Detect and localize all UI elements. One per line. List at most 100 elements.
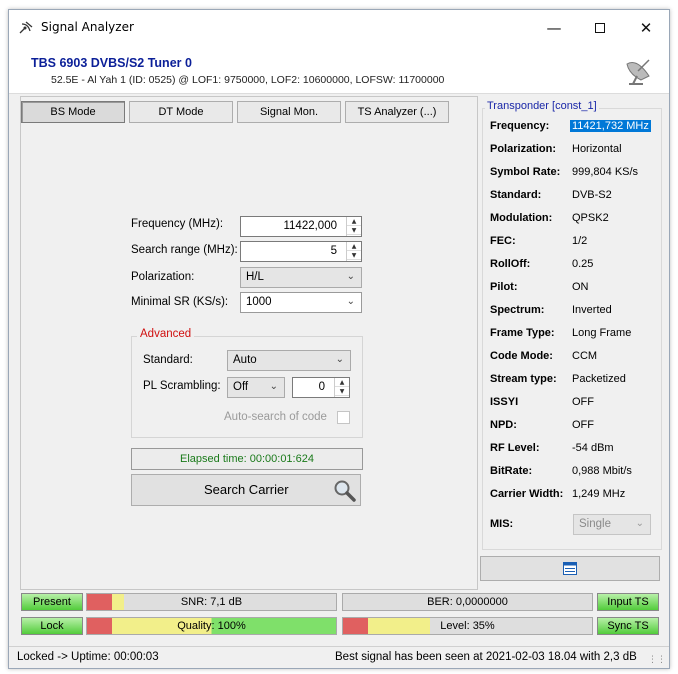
transponder-key: RF Level:	[490, 442, 540, 454]
transponder-key: Frame Type:	[490, 327, 555, 339]
list-icon	[563, 562, 577, 575]
transponder-key: Polarization:	[490, 143, 557, 155]
title-bar: Signal Analyzer — ✕	[9, 10, 669, 46]
transponder-key: Code Mode:	[490, 350, 553, 362]
transponder-key: ISSYI	[490, 396, 519, 408]
level-bar: Level: 35%	[342, 617, 593, 635]
transponder-key: Frequency:	[490, 120, 550, 132]
chevron-down-icon: ⌄	[346, 271, 355, 282]
status-bar: Locked -> Uptime: 00:00:03 Best signal h…	[9, 646, 669, 668]
input-ts-indicator: Input TS	[597, 593, 659, 611]
satellite-info: 52.5E - Al Yah 1 (ID: 0525) @ LOF1: 9750…	[51, 74, 445, 86]
pl-code-spinner[interactable]: 0 ▲ ▼	[292, 377, 350, 398]
spinner-arrows[interactable]: ▲ ▼	[346, 242, 361, 261]
spinner-arrows[interactable]: ▲ ▼	[346, 217, 361, 236]
app-icon	[19, 21, 33, 34]
lock-indicator: Lock	[21, 617, 83, 635]
standard-value: Auto	[233, 354, 257, 366]
transponder-value: Horizontal	[572, 143, 622, 155]
minimize-icon[interactable]: —	[531, 10, 577, 46]
transponder-key: BitRate:	[490, 465, 533, 477]
maximize-icon[interactable]	[577, 10, 623, 46]
transponder-key: Modulation:	[490, 212, 553, 224]
search-carrier-label: Search Carrier	[204, 482, 289, 497]
mis-value: Single	[579, 518, 611, 530]
transponder-value: 1,249 MHz	[572, 488, 626, 500]
transponder-key: Stream type:	[490, 373, 557, 385]
up-arrow-icon[interactable]: ▲	[347, 242, 361, 251]
advanced-title: Advanced	[137, 328, 195, 340]
standard-label: Standard:	[143, 354, 193, 366]
level-label: Level: 35%	[440, 620, 495, 632]
pl-scrambling-label: PL Scrambling:	[143, 380, 221, 392]
best-signal-status: Best signal has been seen at 2021-02-03 …	[335, 651, 637, 663]
min-sr-value: 1000	[246, 296, 272, 308]
up-arrow-icon[interactable]: ▲	[347, 217, 361, 226]
pl-scrambling-value: Off	[233, 381, 249, 393]
pl-code-value: 0	[318, 381, 325, 393]
min-sr-label: Minimal SR (KS/s):	[131, 296, 229, 308]
up-arrow-icon[interactable]: ▲	[335, 378, 349, 387]
down-arrow-icon[interactable]: ▼	[347, 251, 361, 260]
transponder-value: CCM	[572, 350, 598, 362]
standard-select[interactable]: Auto ⌄	[227, 350, 351, 371]
polarization-select[interactable]: H/L ⌄	[240, 267, 362, 288]
transponder-title: Transponder [const_1]	[485, 100, 599, 112]
transponder-value: 1/2	[572, 235, 588, 247]
magnifier-icon	[334, 480, 356, 502]
device-name: TBS 6903 DVBS/S2 Tuner 0	[31, 56, 192, 70]
down-arrow-icon[interactable]: ▼	[347, 226, 361, 235]
uptime-status: Locked -> Uptime: 00:00:03	[17, 651, 159, 663]
chevron-down-icon: ⌄	[335, 354, 344, 365]
search-range-spinner[interactable]: 5 ▲ ▼	[240, 241, 362, 262]
transponder-key: NPD:	[490, 419, 517, 431]
search-range-value: 5	[330, 245, 337, 257]
transponder-value: -54 dBm	[572, 442, 614, 454]
transponder-value: OFF	[572, 396, 594, 408]
transponder-value: 0,988 Mbit/s	[572, 465, 632, 477]
window-title: Signal Analyzer	[41, 20, 134, 34]
down-arrow-icon[interactable]: ▼	[335, 387, 349, 396]
auto-search-checkbox[interactable]	[337, 411, 350, 424]
mis-label: MIS:	[490, 518, 514, 530]
spinner-arrows[interactable]: ▲ ▼	[334, 378, 349, 397]
resize-grip-icon[interactable]: ⋮⋮	[648, 655, 666, 665]
tab-signal-mon[interactable]: Signal Mon.	[237, 101, 341, 123]
min-sr-select[interactable]: 1000 ⌄	[240, 292, 362, 313]
tab-ts-analyzer[interactable]: TS Analyzer (...)	[345, 101, 449, 123]
transponder-key: Pilot:	[490, 281, 518, 293]
transponder-value: DVB-S2	[572, 189, 612, 201]
tab-bs-mode[interactable]: BS Mode	[21, 101, 125, 123]
transponder-value: 0.25	[572, 258, 594, 270]
frequency-label: Frequency (MHz):	[131, 218, 224, 230]
chevron-down-icon: ⌄	[269, 381, 278, 392]
frequency-value: 11422,000	[283, 220, 337, 232]
transponder-value: Long Frame	[572, 327, 632, 339]
close-icon[interactable]: ✕	[623, 10, 669, 46]
transponder-key: Symbol Rate:	[490, 166, 561, 178]
signal-analyzer-window: Signal Analyzer — ✕ TBS 6903 DVBS/S2 Tun…	[8, 9, 670, 669]
elapsed-time: Elapsed time: 00:00:01:624	[131, 448, 363, 470]
transponder-value: Inverted	[572, 304, 612, 316]
transponder-value: ON	[572, 281, 589, 293]
pl-scrambling-select[interactable]: Off ⌄	[227, 377, 285, 398]
quality-label: Quality: 100%	[177, 620, 246, 632]
search-carrier-button[interactable]: Search Carrier	[131, 474, 361, 506]
list-view-button[interactable]	[480, 556, 660, 581]
transponder-key: FEC:	[490, 235, 516, 247]
frequency-spinner[interactable]: 11422,000 ▲ ▼	[240, 216, 362, 237]
transponder-value: QPSK2	[572, 212, 609, 224]
chevron-down-icon: ⌄	[346, 296, 355, 307]
snr-label: SNR: 7,1 dB	[180, 596, 243, 608]
tab-dt-mode[interactable]: DT Mode	[129, 101, 233, 123]
transponder-value: OFF	[572, 419, 594, 431]
quality-bar: Quality: 100%	[86, 617, 337, 635]
sync-ts-indicator: Sync TS	[597, 617, 659, 635]
chevron-down-icon: ⌄	[635, 518, 644, 529]
transponder-key: Spectrum:	[490, 304, 545, 316]
satellite-dish-icon	[626, 59, 650, 85]
ber-bar: BER: 0,0000000	[342, 593, 593, 611]
device-header: TBS 6903 DVBS/S2 Tuner 0 52.5E - Al Yah …	[9, 46, 669, 94]
transponder-key: Standard:	[490, 189, 542, 201]
mis-select[interactable]: Single ⌄	[573, 514, 651, 535]
